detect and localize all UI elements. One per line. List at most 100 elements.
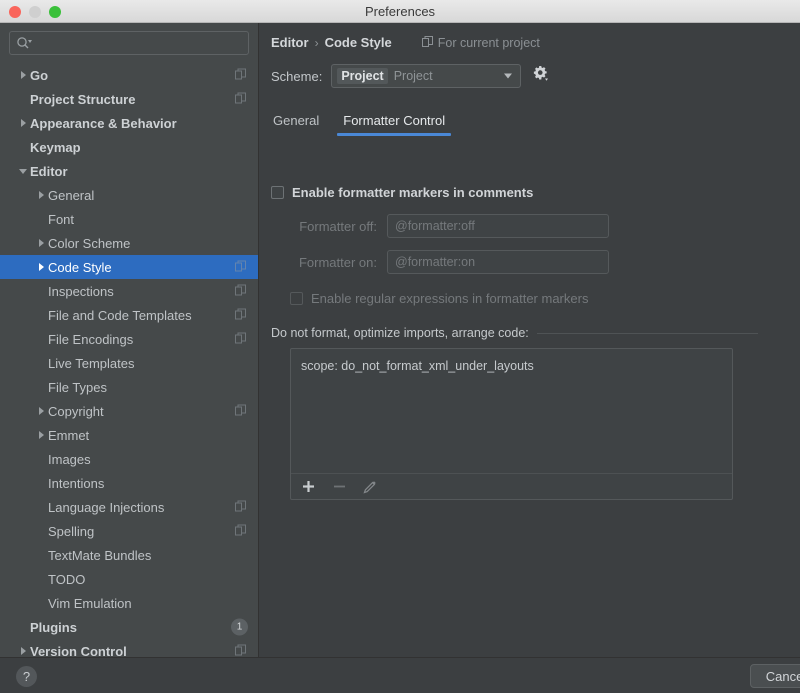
sidebar-item-appearance-behavior[interactable]: Appearance & Behavior: [0, 111, 258, 135]
formatter-control-panel: Enable formatter markers in comments For…: [260, 168, 800, 657]
tree-spacer: [34, 548, 48, 562]
tree-spacer: [34, 452, 48, 466]
sidebar-item-editor[interactable]: Editor: [0, 159, 258, 183]
enable-regex-checkbox[interactable]: [290, 292, 303, 305]
minimize-button[interactable]: [29, 6, 41, 18]
sidebar-item-copyright[interactable]: Copyright: [0, 399, 258, 423]
sidebar-item-color-scheme[interactable]: Color Scheme: [0, 231, 258, 255]
sidebar-item-label: Color Scheme: [48, 236, 130, 251]
chevron-right-icon[interactable]: [34, 260, 48, 274]
tree-spacer: [34, 500, 48, 514]
sidebar-item-language-injections[interactable]: Language Injections: [0, 495, 258, 519]
formatter-on-value: @formatter:on: [395, 255, 475, 269]
sidebar-item-spelling[interactable]: Spelling: [0, 519, 258, 543]
chevron-right-icon[interactable]: [34, 236, 48, 250]
sidebar-item-textmate-bundles[interactable]: TextMate Bundles: [0, 543, 258, 567]
sidebar-item-file-types[interactable]: File Types: [0, 375, 258, 399]
formatter-off-input[interactable]: @formatter:off: [387, 214, 609, 238]
breadcrumb-parent[interactable]: Editor: [271, 35, 309, 50]
search-container: [0, 23, 258, 61]
sidebar-item-live-templates[interactable]: Live Templates: [0, 351, 258, 375]
formatter-on-row: Formatter on: @formatter:on: [271, 250, 800, 274]
enable-formatter-markers-checkbox[interactable]: [271, 186, 284, 199]
sidebar-item-project-structure[interactable]: Project Structure: [0, 87, 258, 111]
sidebar-resize-handle[interactable]: [0, 648, 10, 657]
gear-icon: [532, 65, 549, 87]
sidebar-item-label: Go: [30, 68, 48, 83]
copy-settings-icon: [235, 308, 246, 323]
formatter-form: Enable formatter markers in comments For…: [260, 168, 800, 308]
sidebar-item-label: Plugins: [30, 620, 77, 635]
sidebar-item-images[interactable]: Images: [0, 447, 258, 471]
sidebar-item-label: Code Style: [48, 260, 112, 275]
scheme-dropdown[interactable]: Project Project: [331, 64, 521, 88]
for-current-project: For current project: [422, 36, 540, 50]
scopes-listbox[interactable]: scope: do_not_format_xml_under_layouts: [290, 348, 733, 500]
sidebar-item-plugins[interactable]: Plugins1: [0, 615, 258, 639]
chevron-right-icon[interactable]: [16, 644, 30, 657]
sidebar-item-vim-emulation[interactable]: Vim Emulation: [0, 591, 258, 615]
sidebar-item-label: Vim Emulation: [48, 596, 132, 611]
zoom-button[interactable]: [49, 6, 61, 18]
sidebar-item-label: Font: [48, 212, 74, 227]
cancel-button[interactable]: Cancel: [750, 664, 800, 688]
scheme-settings-button[interactable]: [530, 66, 550, 86]
enable-regex-row[interactable]: Enable regular expressions in formatter …: [271, 288, 800, 308]
tab-general[interactable]: General: [271, 110, 321, 136]
sidebar-item-label: Project Structure: [30, 92, 135, 107]
sidebar-item-font[interactable]: Font: [0, 207, 258, 231]
chevron-down-icon[interactable]: [16, 164, 30, 178]
sidebar-item-code-style[interactable]: Code Style: [0, 255, 258, 279]
chevron-right-icon[interactable]: [16, 116, 30, 130]
copy-settings-icon: [235, 524, 246, 539]
sidebar-item-label: Copyright: [48, 404, 104, 419]
tree-spacer: [34, 284, 48, 298]
sidebar-item-emmet[interactable]: Emmet: [0, 423, 258, 447]
settings-sidebar: Go Project Structure Appearance & Behavior…: [0, 23, 259, 657]
search-box[interactable]: [9, 31, 249, 55]
chevron-right-icon[interactable]: [16, 68, 30, 82]
sidebar-item-keymap[interactable]: Keymap: [0, 135, 258, 159]
sidebar-item-label: Editor: [30, 164, 68, 179]
formatter-on-label: Formatter on:: [271, 255, 387, 270]
add-scope-button[interactable]: [300, 479, 316, 495]
enable-formatter-markers-row[interactable]: Enable formatter markers in comments: [271, 182, 800, 202]
copy-settings-icon: [235, 500, 246, 515]
sidebar-item-intentions[interactable]: Intentions: [0, 471, 258, 495]
formatter-on-input[interactable]: @formatter:on: [387, 250, 609, 274]
scopes-section-title: Do not format, optimize imports, arrange…: [271, 326, 529, 340]
scheme-row: Scheme: Project Project: [260, 50, 800, 88]
sidebar-item-label: Version Control: [30, 644, 127, 658]
sidebar-item-label: Live Templates: [48, 356, 134, 371]
help-button[interactable]: ?: [16, 666, 37, 687]
sidebar-item-inspections[interactable]: Inspections: [0, 279, 258, 303]
sidebar-item-label: TextMate Bundles: [48, 548, 151, 563]
chevron-right-icon[interactable]: [34, 428, 48, 442]
scheme-label: Scheme:: [271, 69, 322, 84]
chevron-right-icon[interactable]: [34, 188, 48, 202]
sidebar-item-todo[interactable]: TODO: [0, 567, 258, 591]
remove-scope-button[interactable]: [331, 479, 347, 495]
chevron-down-icon: [504, 74, 512, 79]
close-button[interactable]: [9, 6, 21, 18]
formatter-off-label: Formatter off:: [271, 219, 387, 234]
title-bar: Preferences: [0, 0, 800, 23]
edit-scope-button[interactable]: [362, 479, 378, 495]
dialog-footer: ? Cancel: [0, 657, 800, 693]
for-current-project-label: For current project: [438, 36, 540, 50]
sidebar-item-file-encodings[interactable]: File Encodings: [0, 327, 258, 351]
enable-formatter-markers-label: Enable formatter markers in comments: [292, 185, 533, 200]
search-input[interactable]: [32, 36, 242, 50]
tree-spacer: [16, 620, 30, 634]
scopes-list[interactable]: scope: do_not_format_xml_under_layouts: [291, 349, 732, 473]
sidebar-item-general[interactable]: General: [0, 183, 258, 207]
sidebar-item-label: Intentions: [48, 476, 104, 491]
breadcrumb-current: Code Style: [325, 35, 392, 50]
sidebar-item-file-and-code-templates[interactable]: File and Code Templates: [0, 303, 258, 327]
chevron-right-icon[interactable]: [34, 404, 48, 418]
sidebar-item-go[interactable]: Go: [0, 63, 258, 87]
copy-settings-icon: [235, 644, 246, 658]
sidebar-item-version-control[interactable]: Version Control: [0, 639, 258, 657]
list-item[interactable]: scope: do_not_format_xml_under_layouts: [301, 357, 722, 375]
tab-formatter-control[interactable]: Formatter Control: [341, 110, 447, 136]
